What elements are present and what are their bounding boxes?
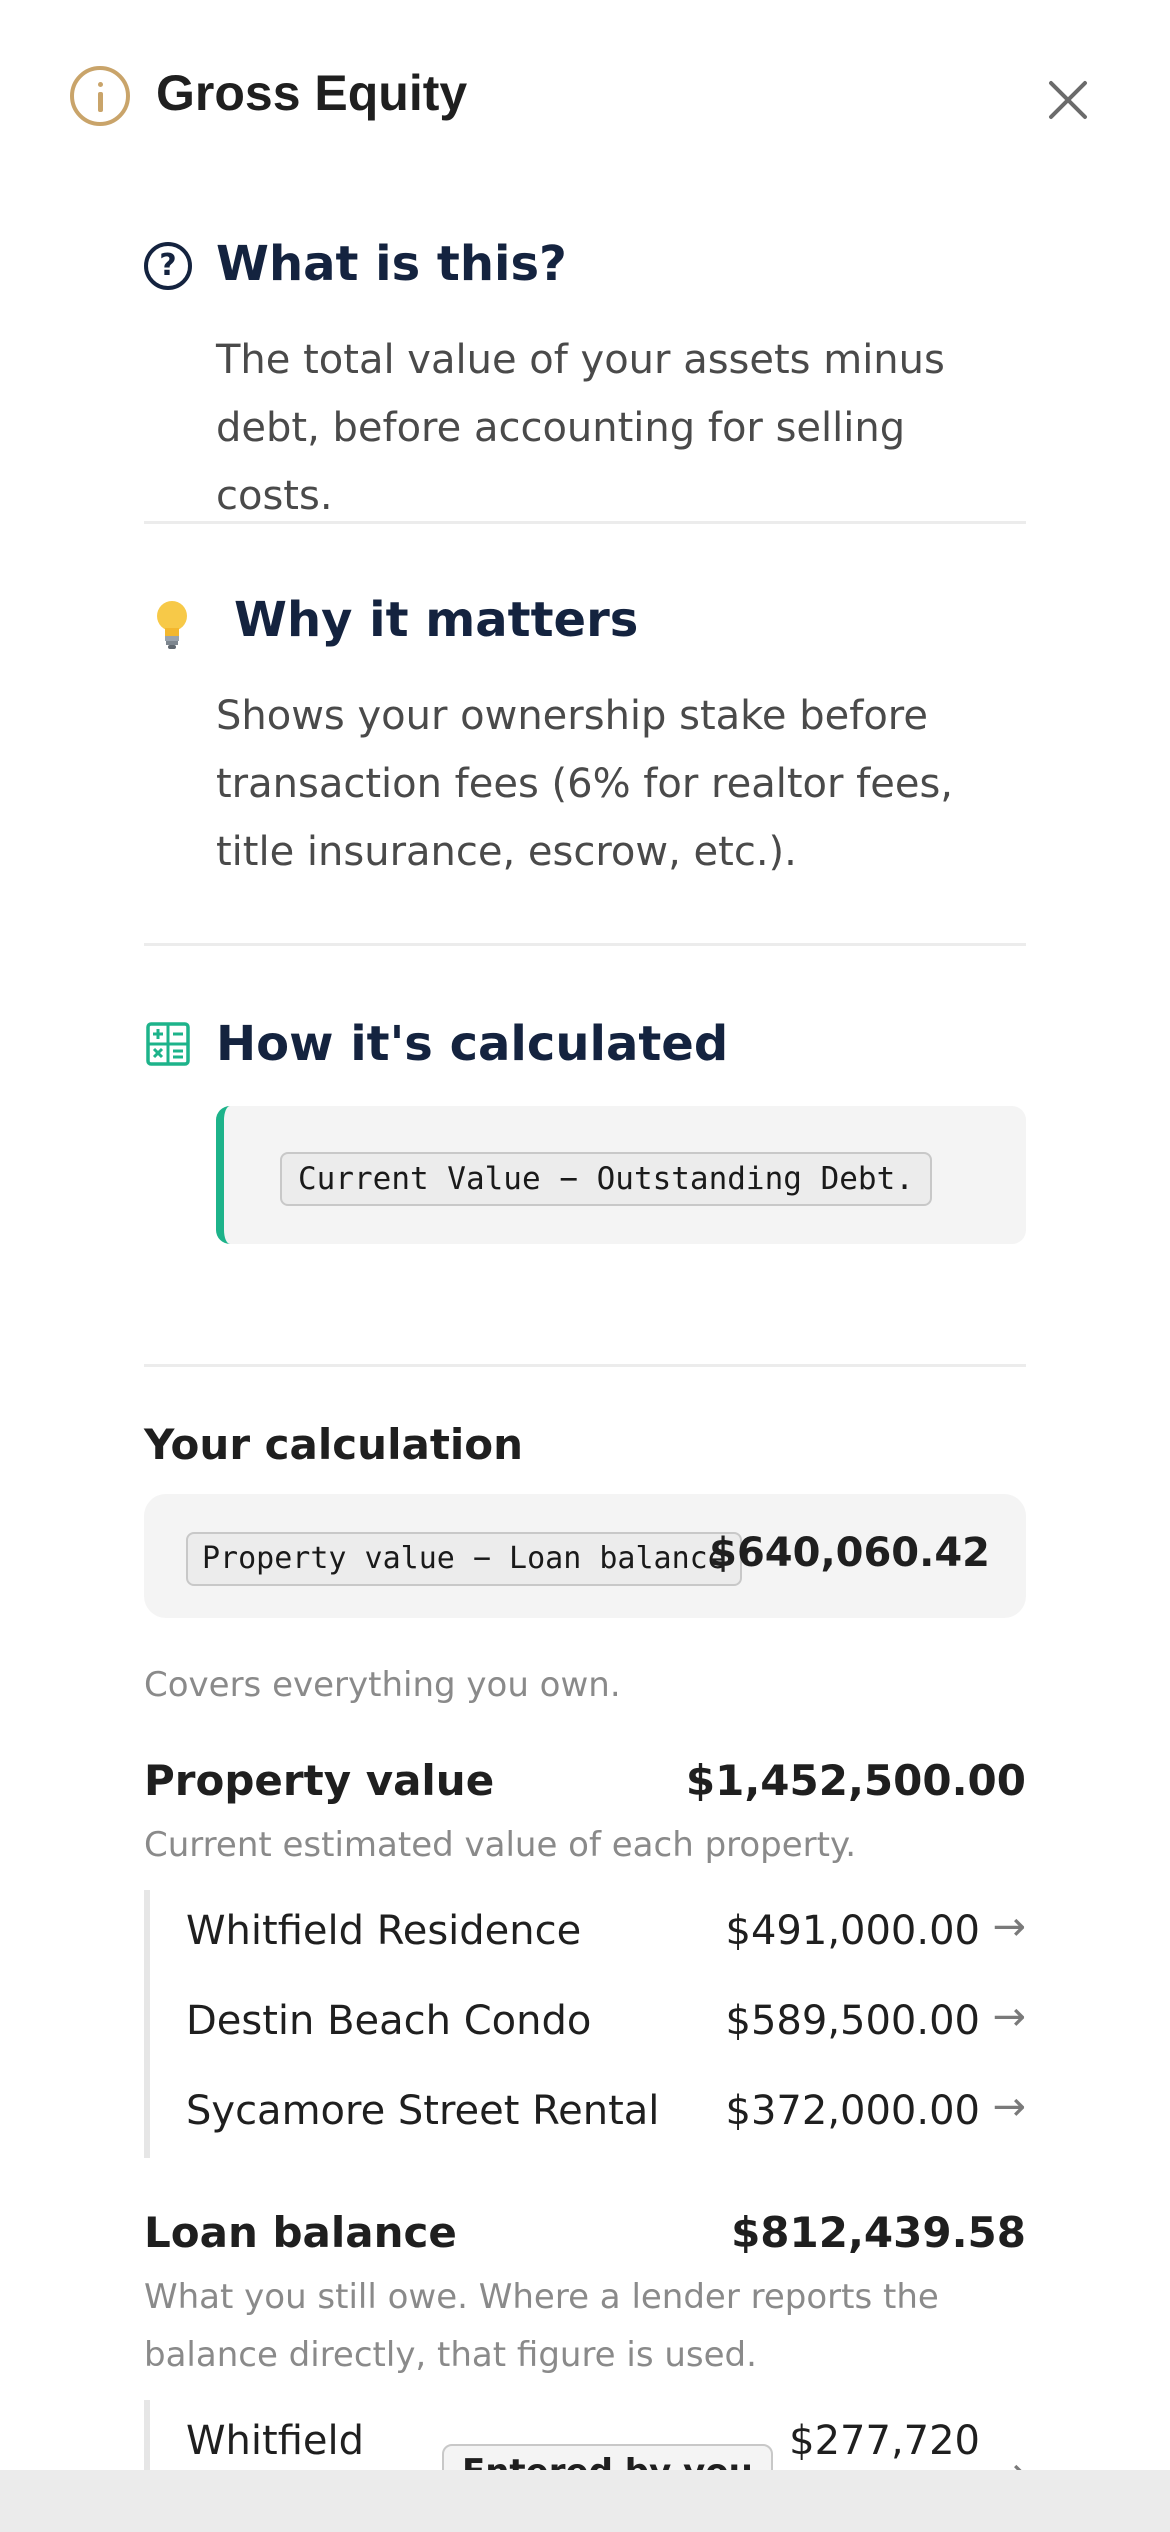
- what-title: What is this?: [216, 236, 567, 292]
- loan-balance-description: What you still owe. Where a lender repor…: [144, 2277, 939, 2375]
- property-name: Whitfield Residence: [186, 1908, 582, 1954]
- property-name: Sycamore Street Rental: [186, 2088, 660, 2134]
- sheet-title: Gross Equity: [156, 65, 468, 121]
- info-sheet: Gross Equity ? What is this? The total v…: [0, 0, 1170, 2470]
- what-body: The total value of your assets minus deb…: [216, 337, 945, 519]
- property-row[interactable]: Whitfield Residence $491,000.00 →: [186, 1900, 1026, 1970]
- divider: [144, 521, 1026, 524]
- info-icon: [70, 66, 130, 126]
- formula-box: Current Value − Outstanding Debt.: [216, 1106, 1026, 1244]
- entered-by-you-badge: Entered by you: [442, 2444, 773, 2470]
- loan-balance-label: Loan balance: [144, 2208, 457, 2257]
- property-name: Destin Beach Condo: [186, 1998, 592, 2044]
- arrow-right-icon: →: [992, 1904, 1026, 1950]
- calculator-icon: [146, 1022, 190, 1066]
- arrow-right-icon: →: [992, 1994, 1026, 2040]
- property-amount: $589,500.00: [725, 1998, 980, 2044]
- your-calculation-title: Your calculation: [144, 1420, 524, 1469]
- property-list-rail: [144, 1890, 150, 2158]
- coverage-note: Covers everything you own.: [144, 1665, 621, 1705]
- close-icon[interactable]: [1040, 72, 1096, 128]
- property-value-label: Property value: [144, 1756, 495, 1805]
- your-calculation-formula: Property value − Loan balance: [186, 1532, 742, 1586]
- how-title: How it's calculated: [216, 1016, 729, 1072]
- loan-name: Whitfield: [186, 2418, 365, 2464]
- arrow-right-icon: →: [992, 2450, 1026, 2470]
- property-amount: $491,000.00: [725, 1908, 980, 1954]
- property-value-description: Current estimated value of each property…: [144, 1825, 857, 1865]
- property-row[interactable]: Sycamore Street Rental $372,000.00 →: [186, 2080, 1026, 2150]
- property-amount: $372,000.00: [725, 2088, 980, 2134]
- your-calculation-box: Property value − Loan balance $640,060.4…: [144, 1494, 1026, 1618]
- arrow-right-icon: →: [992, 2084, 1026, 2130]
- why-title: Why it matters: [234, 592, 639, 648]
- lightbulb-icon: [157, 601, 187, 649]
- formula-code: Current Value − Outstanding Debt.: [280, 1152, 932, 1206]
- property-row[interactable]: Destin Beach Condo $589,500.00 →: [186, 1990, 1026, 2060]
- loan-list-rail: [144, 2400, 150, 2470]
- loan-balance-total: $812,439.58: [731, 2208, 1026, 2257]
- why-body: Shows your ownership stake before transa…: [216, 693, 953, 875]
- divider: [144, 943, 1026, 946]
- divider: [144, 1364, 1026, 1367]
- question-circle-icon: ?: [144, 242, 192, 290]
- loan-amount: $277,720: [789, 2418, 980, 2464]
- your-calculation-total: $640,060.42: [709, 1530, 990, 1576]
- property-value-total: $1,452,500.00: [685, 1756, 1026, 1805]
